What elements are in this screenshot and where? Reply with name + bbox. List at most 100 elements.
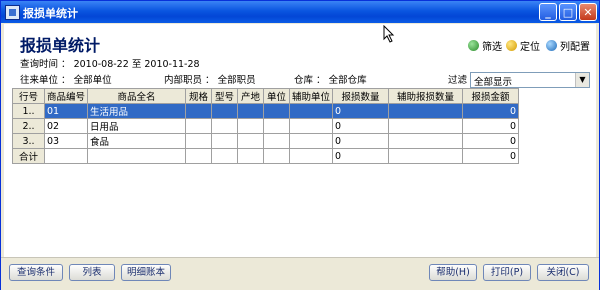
- col-header-origin[interactable]: 产地: [237, 88, 265, 104]
- cell-unit[interactable]: [263, 118, 291, 134]
- help-button[interactable]: 帮助(H): [429, 264, 477, 281]
- col-header-unit[interactable]: 单位: [263, 88, 291, 104]
- print-button[interactable]: 打印(P): [483, 264, 531, 281]
- cell-origin[interactable]: [237, 103, 265, 119]
- cell-aux-qty[interactable]: [388, 133, 464, 149]
- col-header-model[interactable]: 型号: [211, 88, 239, 104]
- cell-model[interactable]: [211, 103, 239, 119]
- cell-spec[interactable]: [185, 133, 213, 149]
- cell-aux-unit[interactable]: [289, 118, 334, 134]
- locate-tool-label: 定位: [520, 42, 540, 53]
- col-header-row-no[interactable]: 行号: [12, 88, 45, 104]
- total-row: 合计 0 0: [12, 148, 520, 164]
- partner-info: 往来单位 ： 全部单位: [20, 72, 112, 86]
- cell-model[interactable]: [211, 133, 239, 149]
- cell-amount[interactable]: 0: [462, 103, 520, 119]
- filter-label: 过滤: [448, 75, 468, 86]
- cell-aux-unit[interactable]: [289, 133, 334, 149]
- cell-aux-unit[interactable]: [289, 103, 334, 119]
- column-config-label: 列配置: [560, 42, 590, 53]
- total-empty-cell: [185, 148, 213, 164]
- table-row[interactable]: 2.. 02 日用品 0 0: [12, 118, 520, 134]
- cell-name[interactable]: 日用品: [87, 118, 187, 134]
- maximize-button[interactable]: □: [559, 3, 577, 21]
- cell-unit[interactable]: [263, 103, 291, 119]
- staff-info: 内部职员 ： 全部职员: [164, 72, 256, 86]
- table-row[interactable]: 3.. 03 食品 0 0: [12, 133, 520, 149]
- cell-spec[interactable]: [185, 103, 213, 119]
- table-row[interactable]: 1.. 01 生活用品 0 0: [12, 103, 520, 119]
- cell-code[interactable]: 01: [43, 103, 89, 119]
- date-from: 2010-08-22: [73, 59, 129, 70]
- detail-ledger-button[interactable]: 明细账本: [121, 264, 171, 281]
- filter-icon: [468, 40, 479, 51]
- cell-aux-qty[interactable]: [388, 103, 464, 119]
- filter-select[interactable]: 全部显示 ▼: [470, 72, 590, 88]
- total-empty-cell: [289, 148, 334, 164]
- total-empty-cell: [43, 148, 89, 164]
- partner-label: 往来单位 ：: [20, 75, 71, 86]
- cell-model[interactable]: [211, 118, 239, 134]
- total-empty-cell: [263, 148, 291, 164]
- page-title: 报损单统计: [20, 36, 101, 55]
- total-empty-cell: [237, 148, 265, 164]
- list-button[interactable]: 列表: [69, 264, 115, 281]
- cell-qty[interactable]: 0: [332, 133, 390, 149]
- minimize-button[interactable]: _: [539, 3, 557, 21]
- locate-icon: [506, 40, 517, 51]
- report-table: 行号 商品编号 商品全名 规格 型号 产地 单位 辅助单位 报损数量 辅助报损数…: [12, 88, 520, 164]
- col-header-amount[interactable]: 报损金额: [462, 88, 520, 104]
- total-empty-cell: [87, 148, 187, 164]
- cell-unit[interactable]: [263, 133, 291, 149]
- cell-code[interactable]: 03: [43, 133, 89, 149]
- cell-origin[interactable]: [237, 133, 265, 149]
- table-header: 行号 商品编号 商品全名 规格 型号 产地 单位 辅助单位 报损数量 辅助报损数…: [12, 88, 520, 104]
- close-window-button[interactable]: ✕: [579, 3, 597, 21]
- window-title: 报损单统计: [23, 7, 78, 20]
- warehouse-label: 仓库 ：: [294, 75, 326, 86]
- locate-tool[interactable]: 定位: [506, 38, 540, 53]
- app-icon: [5, 5, 20, 20]
- filter-tool-label: 筛选: [482, 42, 502, 53]
- staff-value: 全部职员: [217, 75, 256, 86]
- row-number[interactable]: 1..: [12, 103, 45, 119]
- cell-code[interactable]: 02: [43, 118, 89, 134]
- close-button[interactable]: 关闭(C): [537, 264, 589, 281]
- col-header-aux-qty[interactable]: 辅助报损数量: [388, 88, 464, 104]
- total-label: 合计: [12, 148, 45, 164]
- col-header-spec[interactable]: 规格: [185, 88, 213, 104]
- date-to-label: 至: [131, 59, 142, 70]
- cell-aux-qty[interactable]: [388, 118, 464, 134]
- title-bar[interactable]: 报损单统计 _ □ ✕: [1, 1, 599, 23]
- query-conditions-button[interactable]: 查询条件: [9, 264, 63, 281]
- col-header-code[interactable]: 商品编号: [43, 88, 89, 104]
- query-time-row: 查询时间 ： 2010-08-22 至 2010-11-28: [20, 56, 200, 70]
- partner-value: 全部单位: [73, 75, 112, 86]
- column-config-tool[interactable]: 列配置: [546, 38, 590, 53]
- cell-name[interactable]: 生活用品: [87, 103, 187, 119]
- cell-amount[interactable]: 0: [462, 118, 520, 134]
- total-amount: 0: [462, 148, 520, 164]
- column-config-icon: [546, 40, 557, 51]
- filter-select-value: 全部显示: [474, 77, 513, 88]
- cell-spec[interactable]: [185, 118, 213, 134]
- warehouse-info: 仓库 ： 全部仓库: [294, 72, 367, 86]
- col-header-aux-unit[interactable]: 辅助单位: [289, 88, 334, 104]
- cell-name[interactable]: 食品: [87, 133, 187, 149]
- total-empty-cell: [211, 148, 239, 164]
- window: 报损单统计 _ □ ✕ 报损单统计 筛选 定位 列配置 查询时间 ： 2010-…: [0, 0, 600, 290]
- row-number[interactable]: 2..: [12, 118, 45, 134]
- chevron-down-icon[interactable]: ▼: [575, 73, 589, 87]
- cell-amount[interactable]: 0: [462, 133, 520, 149]
- row-number[interactable]: 3..: [12, 133, 45, 149]
- button-bar: 查询条件 列表 明细账本 帮助(H) 打印(P) 关闭(C): [1, 257, 599, 290]
- cell-qty[interactable]: 0: [332, 118, 390, 134]
- filter-tool[interactable]: 筛选: [468, 38, 502, 53]
- warehouse-value: 全部仓库: [328, 75, 367, 86]
- cell-qty[interactable]: 0: [332, 103, 390, 119]
- col-header-qty[interactable]: 报损数量: [332, 88, 390, 104]
- cell-origin[interactable]: [237, 118, 265, 134]
- date-to: 2010-11-28: [144, 59, 200, 70]
- total-empty-cell: [388, 148, 464, 164]
- col-header-name[interactable]: 商品全名: [87, 88, 187, 104]
